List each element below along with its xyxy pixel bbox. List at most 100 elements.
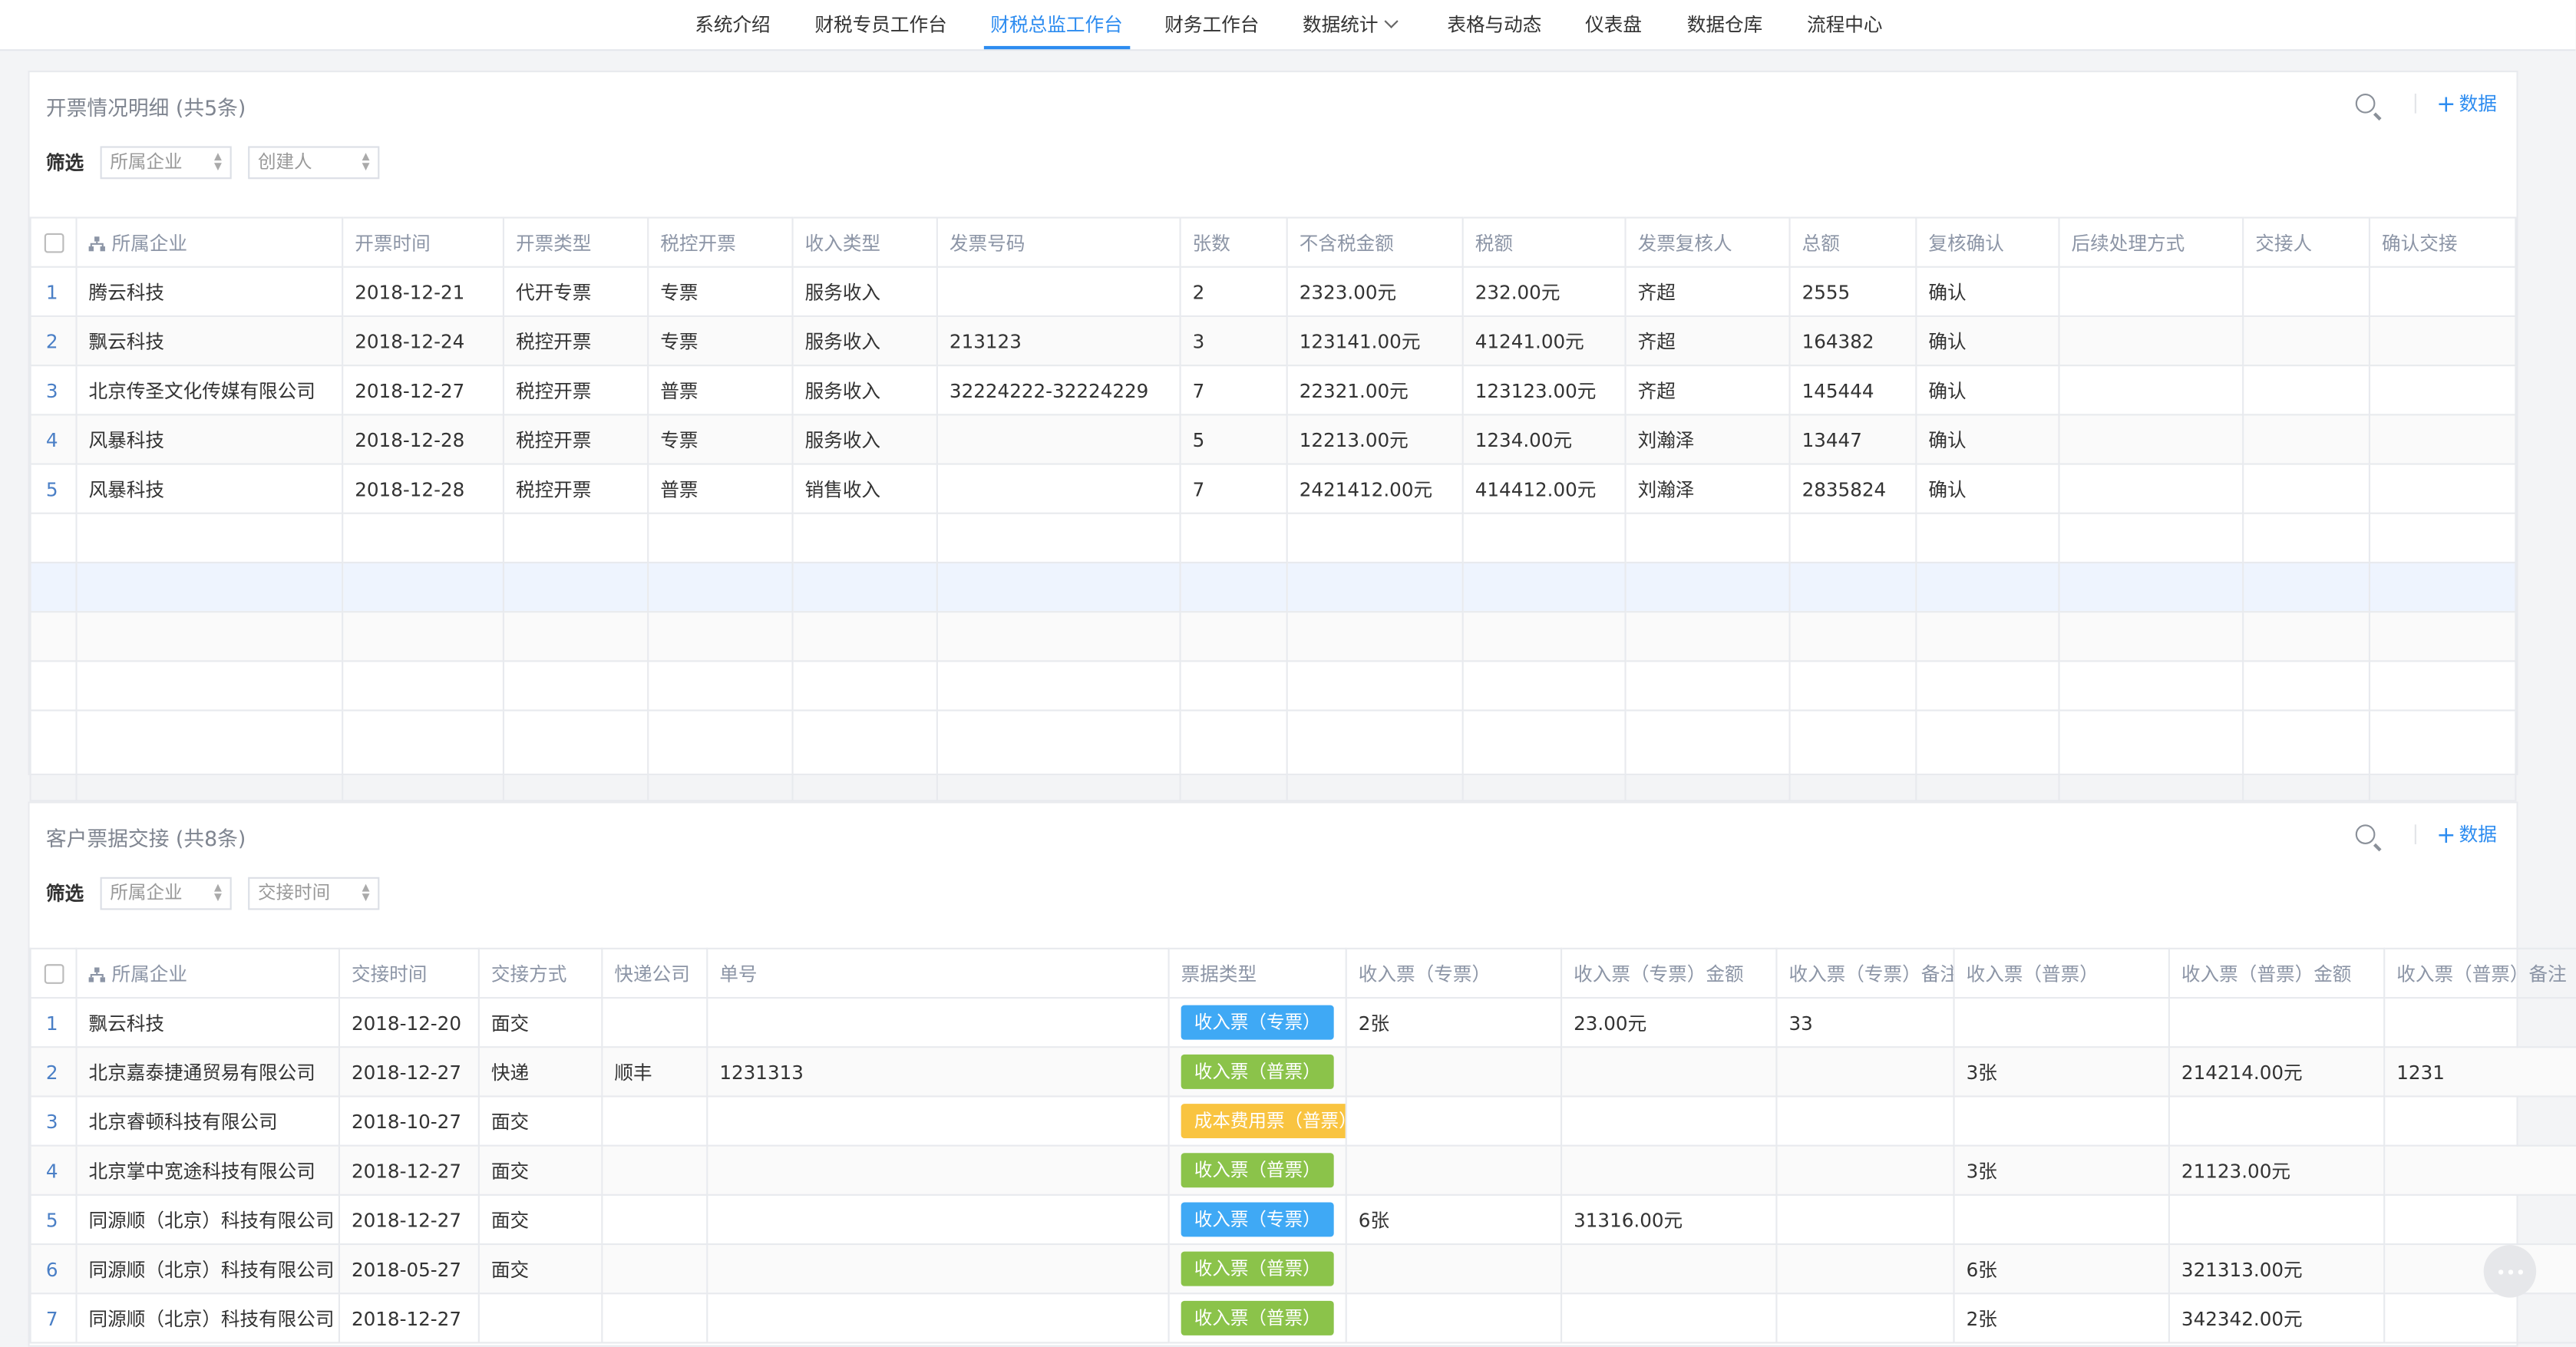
column-header[interactable]: 开票时间 [342,216,504,268]
table-cell [601,1095,708,1147]
column-header[interactable]: 收入票（普票） [1953,947,2170,999]
filter-company-select[interactable]: 所属企业 ▲ ▼ [100,877,232,910]
column-header[interactable]: 所属企业 [75,947,340,999]
nav-item-director[interactable]: 财税总监工作台 [983,0,1129,50]
table-row[interactable]: 3 北京传圣文化传媒有限公司 2018-12-27 税控开票 普票 服务收入 3222422… [29,365,2517,416]
column-header[interactable]: 张数 [1179,216,1288,268]
column-header-label: 不含税金额 [1299,230,1394,254]
table-cell [75,611,344,662]
table-row[interactable]: 4 风暴科技 2018-12-28 税控开票 专票 服务收入 5 12213.00元 1234.… [29,414,2517,465]
table-cell: 2018-10-27 [338,1095,480,1147]
table-cell: 32224222-32224229 [936,365,1181,416]
nav-item-intro[interactable]: 系统介绍 [695,0,770,49]
nav-item-warehouse[interactable]: 数据仓库 [1687,0,1762,49]
filter-company-select[interactable]: 所属企业 ▲ ▼ [100,146,232,180]
nav-item-workflow[interactable]: 流程中心 [1807,0,1882,49]
nav-item-finance[interactable]: 财务工作台 [1164,0,1259,49]
column-header[interactable]: 发票号码 [936,216,1181,268]
table-cell [502,512,649,564]
select-all-checkbox[interactable] [29,216,78,268]
nav-item-specialist[interactable]: 财税专员工作台 [814,0,946,49]
add-data-button[interactable]: + 数据 [2436,821,2497,849]
table-cell: 面交 [477,1144,603,1196]
column-header[interactable]: 复核确认 [1915,216,2060,268]
filter-creator-select[interactable]: 创建人 ▲ ▼ [248,146,380,180]
table-cell: 专票 [647,266,794,318]
table-row[interactable]: 7 同源顺（北京）科技有限公司 2018-12-27 收入票（普票） 2张 342342.… [29,1293,2576,1344]
table-cell [2242,315,2371,367]
table-cell: 12213.00元 [1286,414,1464,465]
column-header[interactable]: 交接时间 [338,947,480,999]
table-cell: 2018-12-27 [338,1144,480,1196]
column-header[interactable]: 发票复核人 [1624,216,1791,268]
table-cell [1775,1193,1955,1246]
search-icon[interactable] [2356,824,2376,844]
nav-item-statistics[interactable]: 数据统计 [1303,0,1399,49]
table-cell [2368,463,2517,514]
column-header[interactable]: 单号 [706,947,1170,999]
table-cell [502,660,649,711]
ticket-type-tag: 收入票（专票） [1181,1202,1334,1237]
table-cell [1461,561,1627,613]
column-header-label: 所属企业 [111,961,187,985]
table-cell: 2018-12-24 [342,315,504,367]
table-row[interactable]: 5 风暴科技 2018-12-28 税控开票 普票 销售收入 7 2421412.00元 414… [29,463,2517,514]
column-header[interactable]: 确认交接 [2368,216,2517,268]
column-header[interactable]: 收入票（普票）备注 [2383,947,2576,999]
table-row[interactable]: 1 飘云科技 2018-12-20 面交 收入票（专票） 2张 23.00元 33 [29,996,2576,1048]
panel-tools: + 数据 [2356,91,2497,118]
add-data-button[interactable]: + 数据 [2436,91,2497,118]
select-all-checkbox[interactable] [29,947,78,999]
table-cell [1953,1193,2170,1246]
column-header[interactable]: 收入票（专票）金额 [1560,947,1778,999]
table-cell [1286,611,1464,662]
column-header-label: 发票复核人 [1637,230,1732,254]
table-cell: 顺丰 [601,1046,708,1098]
table-row[interactable]: 1 腾云科技 2018-12-21 代开专票 专票 服务收入 2 2323.00元 232.00… [29,266,2517,318]
table-row[interactable]: 2 北京嘉泰捷通贸易有限公司 2018-12-27 快递 顺丰 1231313 收入票（普票… [29,1046,2576,1098]
search-icon[interactable] [2356,93,2376,114]
table-cell [2058,315,2244,367]
table-cell: 普票 [647,365,794,416]
table-cell: 3 [29,365,78,416]
table-row[interactable]: 3 北京睿顿科技有限公司 2018-10-27 面交 成本费用票（普票） [29,1095,2576,1147]
table-row[interactable]: 2 飘云科技 2018-12-24 税控开票 专票 服务收入 213123 3 123141.0… [29,315,2517,367]
table-cell: 232.00元 [1461,266,1627,318]
table-cell [2383,1144,2576,1196]
column-header[interactable]: 总额 [1788,216,1917,268]
dot-icon [2517,1269,2522,1274]
table-cell [342,660,504,711]
table-cell [936,414,1181,465]
table-cell: 342342.00元 [2168,1293,2386,1344]
table-row[interactable]: 5 同源顺（北京）科技有限公司 2018-12-27 面交 收入票（专票） 6张 31316… [29,1193,2576,1246]
table-cell [2058,561,2244,613]
table-cell: 1231 [2383,1046,2576,1098]
column-header[interactable]: 后续处理方式 [2058,216,2244,268]
table-row[interactable]: 4 北京掌中宽途科技有限公司 2018-12-27 面交 收入票（普票） 3张 21123.… [29,1144,2576,1196]
column-header[interactable]: 收入类型 [791,216,938,268]
filter-handover-time-select[interactable]: 交接时间 ▲ ▼ [248,877,380,910]
column-header[interactable]: 收入票（专票）备注 [1775,947,1955,999]
column-header[interactable]: 票据类型 [1167,947,1347,999]
column-header-label: 收入票（普票） [1966,961,2099,985]
table-cell [1915,611,2060,662]
nav-item-dashboard[interactable]: 仪表盘 [1585,0,1642,49]
ticket-type-tag: 收入票（普票） [1181,1153,1334,1188]
column-header[interactable]: 不含税金额 [1286,216,1464,268]
nav-item-tables[interactable]: 表格与动态 [1447,0,1541,49]
column-header[interactable]: 收入票（专票） [1345,947,1563,999]
column-header-label: 后续处理方式 [2071,230,2185,254]
more-actions-button[interactable] [2483,1245,2537,1298]
column-header[interactable]: 收入票（普票）金额 [2168,947,2386,999]
column-header[interactable]: 所属企业 [75,216,344,268]
filter-creator-label: 创建人 [257,150,312,173]
column-header[interactable]: 税额 [1461,216,1627,268]
table-cell: 风暴科技 [75,414,344,465]
column-header[interactable]: 交接方式 [477,947,603,999]
column-header[interactable]: 快递公司 [601,947,708,999]
table-row[interactable]: 6 同源顺（北京）科技有限公司 2018-05-27 面交 收入票（普票） 6张 32131… [29,1243,2576,1295]
column-header[interactable]: 交接人 [2242,216,2371,268]
table-header-row: 所属企业 开票时间 开票类型 税控开票 收入类型 发票号码 张数 不含税金额 税额 发票复核人 总额… [29,216,2517,268]
column-header[interactable]: 税控开票 [647,216,794,268]
column-header[interactable]: 开票类型 [502,216,649,268]
